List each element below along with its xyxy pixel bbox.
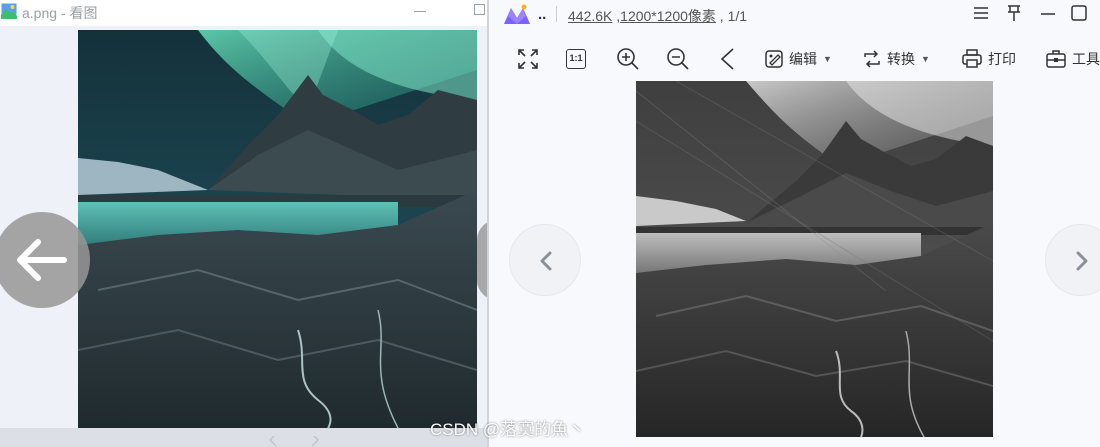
toolbox-icon	[1046, 50, 1066, 68]
chevron-left-icon	[540, 251, 552, 271]
next-image-button[interactable]	[1045, 224, 1100, 296]
maximize-icon[interactable]	[474, 4, 485, 15]
aurora-photo-grayscale	[636, 81, 993, 437]
right-viewer-window: .. 442.6K ,1200*1200像素 , 1/1 1:1 编辑 ▼ 转换…	[489, 0, 1100, 447]
rotate-button[interactable]	[718, 46, 738, 72]
window-title: a.png - 看图	[22, 5, 98, 21]
actual-size-button[interactable]: 1:1	[566, 46, 586, 72]
zoom-in-button[interactable]	[616, 46, 640, 72]
page-indicator: 1/1	[727, 8, 748, 24]
image-info: 442.6K ,1200*1200像素 , 1/1	[568, 8, 748, 24]
toolbar: 1:1 编辑 ▼ 转换 ▼ 打印 工具	[489, 42, 1100, 76]
edit-image-icon	[765, 50, 783, 68]
previous-image-button[interactable]	[0, 212, 90, 308]
bottom-nav-arrows-icon	[268, 436, 320, 447]
tools-button[interactable]: 工具	[1045, 46, 1100, 72]
menu-icon[interactable]	[972, 4, 990, 22]
left-bottom-bar	[0, 428, 487, 447]
tools-label: 工具	[1072, 51, 1100, 67]
previous-image-button[interactable]	[509, 224, 581, 296]
image-file-icon	[1, 3, 17, 19]
chevron-down-icon: ▼	[921, 54, 930, 64]
zoom-in-icon	[617, 48, 639, 70]
aurora-photo-color	[78, 30, 477, 428]
maximize-icon[interactable]	[1070, 4, 1088, 22]
convert-label: 转换	[887, 51, 915, 67]
print-label: 打印	[988, 51, 1016, 67]
zoom-out-icon	[667, 48, 689, 70]
minimize-icon[interactable]	[414, 11, 426, 12]
chevron-left-icon	[720, 48, 734, 70]
convert-menu-button[interactable]: 转换 ▼	[862, 46, 930, 72]
title-separator	[556, 6, 557, 22]
image-dimensions[interactable]: 1200*1200像素	[620, 8, 716, 24]
watermark: CSDN @落寞的魚丶	[430, 420, 586, 439]
printer-icon	[962, 49, 982, 68]
left-titlebar: a.png - 看图	[0, 0, 487, 26]
fullscreen-icon	[518, 49, 538, 69]
pin-icon[interactable]	[1005, 4, 1023, 22]
edit-label: 编辑	[789, 51, 817, 67]
file-size[interactable]: 442.6K	[568, 8, 612, 24]
left-viewer-window: a.png - 看图	[0, 0, 487, 447]
chevron-right-icon	[1076, 251, 1088, 271]
print-button[interactable]: 打印	[961, 46, 1016, 72]
next-image-button[interactable]	[477, 220, 487, 300]
app-logo-icon	[504, 4, 530, 24]
arrow-left-icon	[17, 239, 67, 281]
file-name: ..	[538, 6, 547, 23]
zoom-out-button[interactable]	[666, 46, 690, 72]
actual-size-icon: 1:1	[566, 49, 586, 69]
convert-icon	[864, 50, 880, 68]
fullscreen-button[interactable]	[517, 46, 539, 72]
edit-menu-button[interactable]: 编辑 ▼	[764, 46, 832, 72]
chevron-down-icon: ▼	[823, 54, 832, 64]
minimize-icon[interactable]	[1039, 4, 1057, 22]
